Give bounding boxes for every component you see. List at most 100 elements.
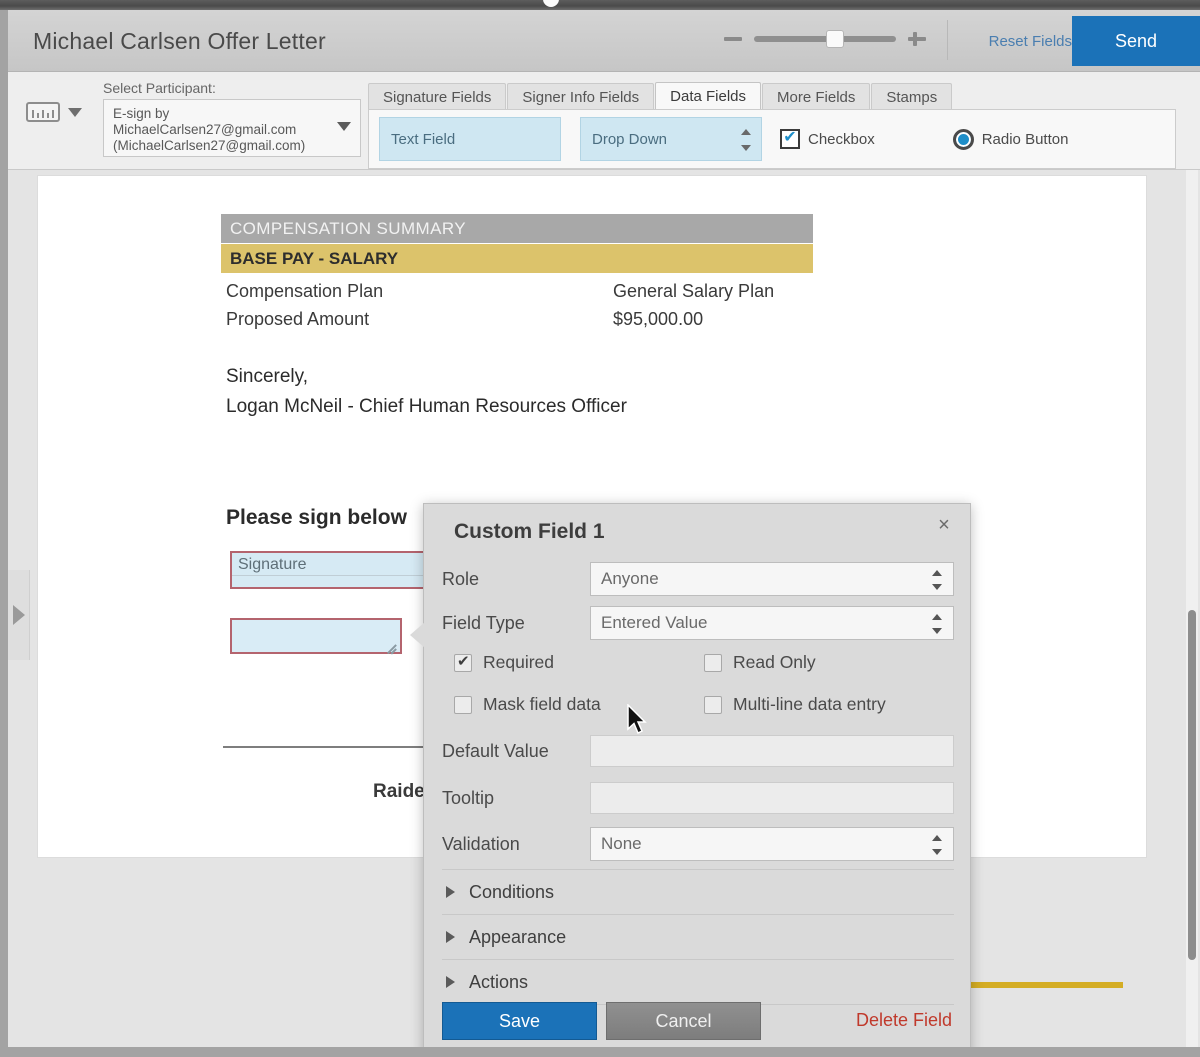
tab-signature-fields[interactable]: Signature Fields	[368, 83, 507, 110]
zoom-slider-track	[754, 36, 896, 42]
application-window: Michael Carlsen Offer Letter Reset Field…	[0, 0, 1200, 1057]
dialog-title: Custom Field 1	[454, 520, 605, 543]
proposed-amount-label: Proposed Amount	[226, 309, 370, 329]
drop-down-tool[interactable]: Drop Down	[580, 117, 762, 161]
sincerely-text: Sincerely,	[226, 366, 309, 387]
delete-field-button[interactable]: Delete Field	[856, 1010, 952, 1031]
document-scrollbar[interactable]	[1186, 170, 1198, 1047]
checkbox-icon	[780, 129, 800, 149]
participant-selector: Select Participant: E-sign by MichaelCar…	[103, 80, 361, 157]
read-only-checkbox-box	[704, 653, 722, 672]
role-label: Role	[442, 568, 480, 589]
validation-label: Validation	[442, 833, 520, 854]
app-header: Michael Carlsen Offer Letter Reset Field…	[8, 10, 1200, 72]
tab-signer-info-fields[interactable]: Signer Info Fields	[507, 83, 655, 110]
chevron-right-icon	[446, 931, 455, 943]
proposed-amount-value: $95,000.00	[613, 309, 704, 329]
tab-data-fields[interactable]: Data Fields	[655, 82, 762, 110]
read-only-checkbox-label: Read Only	[733, 652, 816, 672]
default-value-row: Default Value	[442, 734, 954, 768]
tooltip-input[interactable]	[590, 782, 954, 814]
field-type-label: Field Type	[442, 612, 525, 633]
actions-label: Actions	[469, 971, 529, 992]
tooltip-label: Tooltip	[442, 787, 495, 808]
field-type-select[interactable]: Entered Value	[590, 606, 954, 640]
chevron-right-icon	[446, 886, 455, 898]
role-select[interactable]: Anyone	[590, 562, 954, 596]
required-checkbox[interactable]: Required	[454, 652, 554, 673]
required-checkbox-box	[454, 652, 472, 672]
compensation-summary-heading: COMPENSATION SUMMARY	[221, 214, 813, 243]
ruler-group	[26, 102, 82, 122]
role-row: Role Anyone	[442, 562, 954, 596]
chevron-right-icon	[446, 976, 455, 988]
appearance-section[interactable]: Appearance	[442, 915, 954, 960]
field-toolbar: Select Participant: E-sign by MichaelCar…	[8, 72, 1200, 170]
mask-field-data-checkbox-box	[454, 695, 472, 714]
custom-form-field[interactable]	[230, 618, 402, 654]
participant-select[interactable]: E-sign by MichaelCarlsen27@gmail.com (Mi…	[103, 99, 361, 157]
participant-value-line-2: MichaelCarlsen27@gmail.com	[113, 122, 297, 137]
checkbox-row-2: Mask field data Multi-line data entry	[442, 694, 954, 724]
participant-label: Select Participant:	[103, 80, 216, 96]
validation-select[interactable]: None	[590, 827, 954, 861]
cancel-button[interactable]: Cancel	[606, 1002, 761, 1040]
required-checkbox-label: Required	[483, 652, 555, 672]
field-type-row: Field Type Entered Value	[442, 606, 954, 640]
custom-field-dialog: × Custom Field 1 Role Anyone Field Type …	[410, 503, 971, 1047]
header-divider	[947, 20, 948, 60]
validation-row: Validation None	[442, 827, 954, 861]
send-button[interactable]: Send	[1072, 16, 1200, 66]
validation-spinner-icon	[932, 835, 942, 855]
tab-stamps[interactable]: Stamps	[871, 83, 953, 110]
expand-left-panel-button[interactable]	[8, 570, 30, 660]
reset-fields-button[interactable]: Reset Fields	[989, 33, 1072, 50]
tooltip-row: Tooltip	[442, 781, 954, 815]
mask-field-data-checkbox-label: Mask field data	[483, 694, 601, 714]
please-sign-below-text: Please sign below	[226, 506, 407, 529]
checkbox-tool[interactable]: Checkbox	[780, 129, 875, 149]
radio-button-tool[interactable]: Radio Button	[952, 128, 1069, 150]
resize-grip-icon[interactable]	[384, 637, 396, 649]
mask-field-data-checkbox[interactable]: Mask field data	[454, 694, 601, 715]
top-chrome-strip	[0, 0, 1200, 10]
tab-more-fields[interactable]: More Fields	[762, 83, 871, 110]
participant-value-line-3: (MichaelCarlsen27@gmail.com)	[113, 138, 306, 153]
compensation-plan-value: General Salary Plan	[613, 281, 775, 301]
base-pay-heading: BASE PAY - SALARY	[221, 244, 813, 273]
window-frame: Michael Carlsen Offer Letter Reset Field…	[0, 10, 1200, 1057]
multi-line-checkbox[interactable]: Multi-line data entry	[704, 694, 886, 715]
zoom-in-icon[interactable]	[906, 26, 928, 52]
dialog-accordion: Conditions Appearance Actions	[442, 869, 954, 1005]
participant-value-line-1: E-sign by	[113, 106, 170, 121]
close-icon[interactable]: ×	[932, 514, 956, 538]
text-field-tool[interactable]: Text Field	[379, 117, 561, 161]
dialog-pointer-icon	[410, 622, 425, 648]
read-only-checkbox[interactable]: Read Only	[704, 652, 816, 673]
page-title: Michael Carlsen Offer Letter	[33, 28, 326, 54]
appearance-label: Appearance	[469, 926, 567, 947]
default-value-input[interactable]	[590, 735, 954, 767]
ruler-icon[interactable]	[26, 102, 60, 122]
data-fields-panel: Text Field Drop Down Checkbox Radio Butt…	[368, 109, 1176, 169]
sign-app-window: Michael Carlsen Offer Letter Reset Field…	[8, 10, 1200, 1047]
dialog-footer: Save Cancel Delete Field	[442, 1002, 954, 1042]
chevron-right-icon	[12, 605, 25, 625]
ruler-dropdown-caret-icon[interactable]	[68, 107, 82, 117]
zoom-out-icon[interactable]	[722, 26, 744, 52]
default-value-label: Default Value	[442, 740, 549, 761]
validation-value: None	[601, 834, 642, 853]
checkbox-row-1: Required Read Only	[442, 652, 954, 682]
multi-line-checkbox-label: Multi-line data entry	[733, 694, 886, 714]
save-button[interactable]: Save	[442, 1002, 597, 1040]
zoom-slider[interactable]	[754, 26, 896, 52]
signature-form-field[interactable]: Signature	[230, 551, 430, 589]
actions-section[interactable]: Actions	[442, 960, 954, 1005]
window-notch	[543, 0, 559, 7]
role-value: Anyone	[601, 569, 659, 588]
radio-button-tool-label: Radio Button	[981, 130, 1069, 148]
conditions-section[interactable]: Conditions	[442, 870, 954, 915]
drop-down-spinner-icon	[741, 129, 751, 151]
zoom-slider-thumb[interactable]	[826, 30, 844, 48]
document-scrollbar-thumb[interactable]	[1188, 610, 1196, 960]
